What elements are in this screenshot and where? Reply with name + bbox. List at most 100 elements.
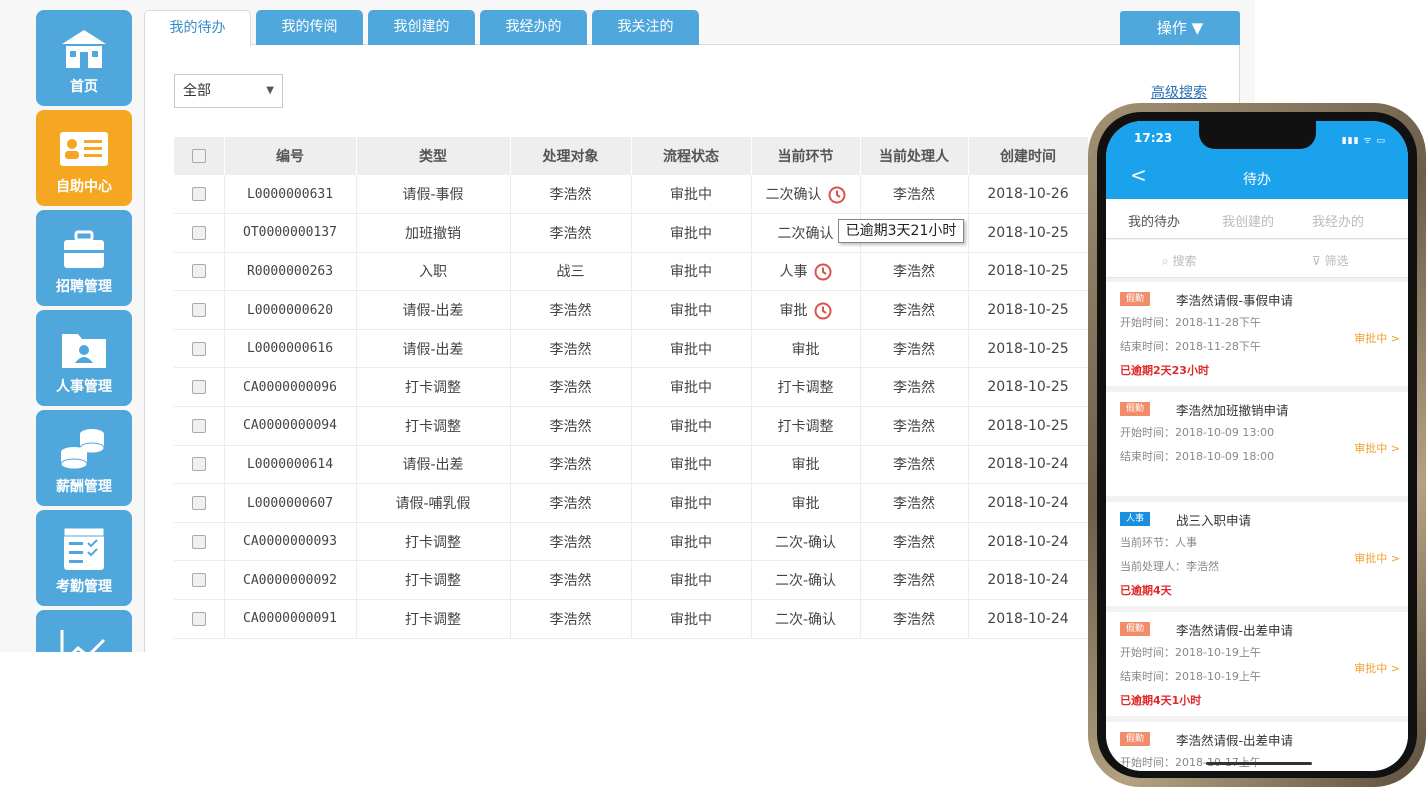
select-all-cell[interactable] — [174, 137, 225, 175]
sidebar-item-payroll[interactable]: 薪酬管理 — [36, 410, 132, 506]
table-cell: 2018-10-25 — [968, 290, 1089, 330]
sidebar-item-home[interactable]: 首页 — [36, 10, 132, 106]
phone-search-input[interactable]: ⌕ 搜索 — [1162, 252, 1197, 269]
row-select-cell[interactable] — [174, 445, 225, 485]
table-cell: 审批中 — [631, 406, 752, 446]
phone-todo-card[interactable]: 假勤 李浩然加班撤销申请 开始时间：2018-10-09 13:00 结束时间：201… — [1106, 392, 1408, 496]
tab-my-todo[interactable]: 我的待办 — [144, 10, 251, 46]
cell-text: 审批中 — [670, 534, 712, 551]
phone-tab-created[interactable]: 我创建的 — [1222, 211, 1274, 230]
select-all-checkbox[interactable] — [191, 149, 206, 163]
table-row[interactable]: CA0000000096 打卡调整 李浩然 审批中 打卡调整 李浩然 2018-10-25 — [174, 367, 1089, 408]
home-indicator[interactable] — [1206, 762, 1312, 765]
card-status[interactable]: 审批中 > — [1354, 550, 1400, 566]
sidebar-item-recruitment[interactable]: 招聘管理 — [36, 210, 132, 306]
phone-filter-button[interactable]: ⊽ 筛选 — [1312, 252, 1349, 269]
folder-person-icon — [62, 334, 106, 368]
advanced-search-link[interactable]: 高级搜索 — [1151, 82, 1207, 102]
column-header[interactable]: 当前处理人 — [860, 137, 969, 175]
overdue-clock-icon[interactable] — [828, 186, 846, 204]
cell-text: 战三 — [556, 264, 585, 281]
column-header[interactable]: 流程状态 — [631, 137, 752, 175]
row-checkbox[interactable] — [191, 457, 206, 472]
tab-my-created[interactable]: 我创建的 — [368, 10, 475, 45]
card-title: 战三入职申请 — [1176, 513, 1252, 528]
cell-text: 2018-10-25 — [987, 340, 1069, 357]
overdue-clock-icon[interactable] — [814, 302, 832, 320]
row-checkbox[interactable] — [191, 264, 206, 279]
row-checkbox[interactable] — [191, 611, 206, 626]
row-checkbox[interactable] — [191, 534, 206, 549]
row-select-cell[interactable] — [174, 252, 225, 292]
table-row[interactable]: L0000000620 请假-出差 李浩然 审批中 审批 李浩然 2018-10-25 — [174, 290, 1089, 330]
status-filter-select[interactable]: 全部 ▼ — [174, 74, 283, 108]
phone-tab-handled[interactable]: 我经办的 — [1312, 211, 1364, 230]
card-status[interactable]: 审批中 > — [1354, 440, 1400, 456]
phone-todo-card[interactable]: 假勤 李浩然请假-事假申请 开始时间：2018-11-28下午 结束时间：2018-1… — [1106, 282, 1408, 386]
table-row[interactable]: L0000000614 请假-出差 李浩然 审批中 审批 李浩然 2018-10-24 — [174, 445, 1089, 485]
table-row[interactable]: L0000000607 请假-哺乳假 李浩然 审批中 审批 李浩然 2018-10-24 — [174, 483, 1089, 523]
column-header[interactable]: 创建时间 — [968, 137, 1089, 175]
table-row[interactable]: L0000000616 请假-出差 李浩然 审批中 审批 李浩然 2018-10-25 — [174, 329, 1089, 369]
cell-text: OT0000000137 — [243, 225, 337, 241]
tab-my-circulated[interactable]: 我的传阅 — [256, 10, 363, 45]
sidebar-item-self-service[interactable]: 自助中心 — [36, 110, 132, 206]
table-cell: 审批中 — [631, 213, 752, 253]
sidebar-item-attendance[interactable]: 考勤管理 — [36, 510, 132, 606]
cell-text: 审批 — [791, 341, 820, 358]
row-select-cell[interactable] — [174, 483, 225, 523]
phone-todo-card[interactable]: 假勤 李浩然请假-出差申请 开始时间：2018-10-19上午 结束时间：2018-1… — [1106, 612, 1408, 716]
row-select-cell[interactable] — [174, 213, 225, 253]
row-checkbox[interactable] — [191, 303, 206, 318]
cell-text: 审批中 — [670, 303, 712, 320]
row-select-cell[interactable] — [174, 522, 225, 562]
row-checkbox[interactable] — [191, 496, 206, 511]
row-select-cell[interactable] — [174, 599, 225, 639]
cell-text: 李浩然 — [549, 187, 592, 204]
row-select-cell[interactable] — [174, 406, 225, 446]
column-header[interactable]: 编号 — [224, 137, 357, 175]
card-status[interactable]: 审批中 > — [1354, 330, 1400, 346]
row-select-cell[interactable] — [174, 367, 225, 408]
row-select-cell[interactable] — [174, 290, 225, 330]
sidebar-item-label: 人事管理 — [56, 379, 112, 395]
table-row[interactable]: CA0000000094 打卡调整 李浩然 审批中 打卡调整 李浩然 2018-10-25 — [174, 406, 1089, 446]
column-header[interactable]: 处理对象 — [510, 137, 632, 175]
cell-text: L0000000614 — [246, 456, 334, 472]
table-cell: 2018-10-24 — [968, 522, 1089, 562]
operation-button[interactable]: 操作 ▼ — [1120, 11, 1240, 45]
table-row[interactable]: R0000000263 入职 战三 审批中 人事 李浩然 2018-10-25 — [174, 252, 1089, 292]
card-status[interactable]: 审批中 > — [1354, 660, 1400, 676]
cell-text: CA0000000091 — [243, 611, 337, 627]
table-row[interactable]: CA0000000092 打卡调整 李浩然 审批中 二次-确认 李浩然 2018-10-24 — [174, 560, 1089, 601]
phone-todo-card[interactable]: 人事 战三入职申请 当前环节：人事 当前处理人：李浩然 已逾期4天 审批中 > — [1106, 502, 1408, 606]
table-cell: 人事 — [751, 252, 861, 292]
card-status[interactable]: 审批中 > — [1354, 770, 1400, 771]
row-select-cell[interactable] — [174, 560, 225, 601]
cell-text: 审批中 — [670, 341, 712, 358]
row-checkbox[interactable] — [191, 225, 206, 240]
row-checkbox[interactable] — [191, 573, 206, 588]
table-cell: 李浩然 — [860, 367, 969, 408]
row-checkbox[interactable] — [191, 187, 206, 202]
card-detail: 当前环节：人事 — [1120, 536, 1197, 549]
row-checkbox[interactable] — [191, 380, 206, 395]
tab-my-followed[interactable]: 我关注的 — [592, 10, 699, 45]
category-badge: 假勤 — [1120, 292, 1151, 306]
sidebar-item-report[interactable] — [36, 610, 132, 652]
phone-tab-my-todo[interactable]: 我的待办 — [1128, 211, 1180, 230]
tab-my-handled[interactable]: 我经办的 — [480, 10, 587, 45]
row-checkbox[interactable] — [191, 418, 206, 433]
column-header[interactable]: 类型 — [356, 137, 511, 175]
table-row[interactable]: L0000000631 请假-事假 李浩然 审批中 二次确认 李浩然 2018-10-26 — [174, 175, 1089, 215]
row-select-cell[interactable] — [174, 175, 225, 215]
home-icon — [62, 30, 106, 68]
cell-text: 打卡调整 — [405, 418, 461, 435]
sidebar-item-hr[interactable]: 人事管理 — [36, 310, 132, 406]
row-select-cell[interactable] — [174, 329, 225, 369]
table-row[interactable]: CA0000000093 打卡调整 李浩然 审批中 二次-确认 李浩然 2018-10-24 — [174, 522, 1089, 562]
row-checkbox[interactable] — [191, 341, 206, 356]
column-header[interactable]: 当前环节 — [751, 137, 861, 175]
overdue-clock-icon[interactable] — [814, 263, 832, 281]
table-row[interactable]: CA0000000091 打卡调整 李浩然 审批中 二次-确认 李浩然 2018-10-24 — [174, 599, 1089, 639]
